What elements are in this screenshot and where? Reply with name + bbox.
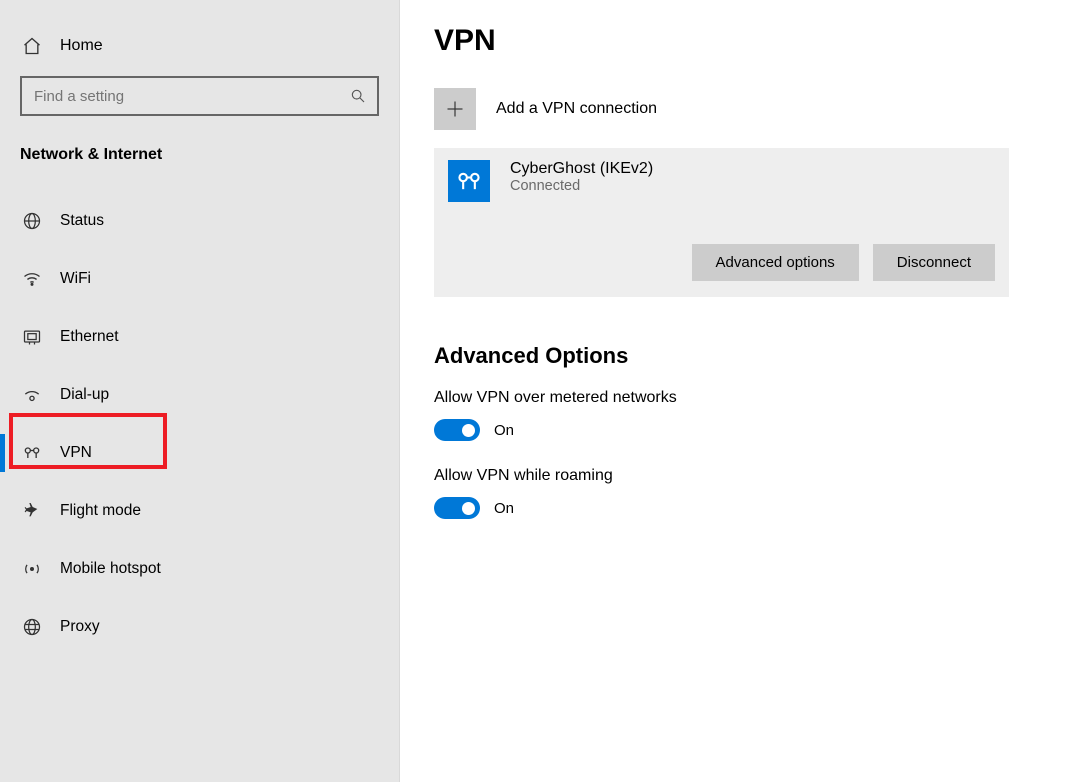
toggle-metered[interactable]	[434, 419, 480, 441]
search-icon	[349, 88, 367, 104]
home-icon	[20, 36, 44, 56]
dialup-icon	[20, 385, 44, 405]
vpn-connection-card[interactable]: CyberGhost (IKEv2) Connected Advanced op…	[434, 148, 1009, 297]
globe-icon	[20, 211, 44, 231]
sidebar-item-wifi[interactable]: WiFi	[0, 250, 399, 308]
setting-label: Allow VPN while roaming	[434, 467, 1038, 485]
setting-roaming: Allow VPN while roaming On	[434, 467, 1038, 519]
sidebar-item-label: Dial-up	[60, 386, 109, 404]
sidebar-item-proxy[interactable]: Proxy	[0, 598, 399, 656]
main-content: VPN Add a VPN connection CyberGhost (IKE…	[400, 0, 1078, 782]
sidebar-item-label: Mobile hotspot	[60, 560, 161, 578]
sidebar-item-status[interactable]: Status	[0, 192, 399, 250]
sidebar-item-dialup[interactable]: Dial-up	[0, 366, 399, 424]
sidebar-item-label: Status	[60, 212, 104, 230]
vpn-connection-icon	[448, 160, 490, 202]
search-input[interactable]	[34, 88, 349, 105]
sidebar-item-label: VPN	[60, 444, 92, 462]
vpn-connection-status: Connected	[510, 178, 653, 194]
sidebar-item-flightmode[interactable]: Flight mode	[0, 482, 399, 540]
vpn-connection-name: CyberGhost (IKEv2)	[510, 160, 653, 178]
sidebar-nav-list: Status WiFi Ethernet	[0, 182, 399, 656]
setting-metered: Allow VPN over metered networks On	[434, 389, 1038, 441]
sidebar-item-label: Flight mode	[60, 502, 141, 520]
sidebar-item-label: Proxy	[60, 618, 100, 636]
search-input-wrap[interactable]	[20, 76, 379, 116]
add-vpn-label: Add a VPN connection	[496, 100, 657, 118]
add-vpn-connection[interactable]: Add a VPN connection	[434, 88, 1038, 130]
sidebar-item-ethernet[interactable]: Ethernet	[0, 308, 399, 366]
sidebar-item-label: Ethernet	[60, 328, 119, 346]
wifi-icon	[20, 269, 44, 289]
advanced-options-heading: Advanced Options	[434, 343, 1038, 369]
sidebar-item-hotspot[interactable]: Mobile hotspot	[0, 540, 399, 598]
sidebar-item-vpn[interactable]: VPN	[0, 424, 399, 482]
ethernet-icon	[20, 327, 44, 347]
sidebar-home[interactable]: Home	[0, 18, 399, 70]
airplane-icon	[20, 501, 44, 521]
proxy-icon	[20, 617, 44, 637]
hotspot-icon	[20, 559, 44, 579]
sidebar: Home Network & Internet Status	[0, 0, 400, 782]
sidebar-group-title: Network & Internet	[0, 134, 399, 182]
sidebar-item-label: WiFi	[60, 270, 91, 288]
vpn-icon	[20, 443, 44, 463]
disconnect-button[interactable]: Disconnect	[873, 244, 995, 281]
setting-label: Allow VPN over metered networks	[434, 389, 1038, 407]
toggle-state-label: On	[494, 422, 514, 439]
plus-icon	[434, 88, 476, 130]
page-title: VPN	[434, 24, 1038, 58]
toggle-state-label: On	[494, 500, 514, 517]
advanced-options-button[interactable]: Advanced options	[692, 244, 859, 281]
sidebar-home-label: Home	[60, 37, 103, 55]
toggle-roaming[interactable]	[434, 497, 480, 519]
